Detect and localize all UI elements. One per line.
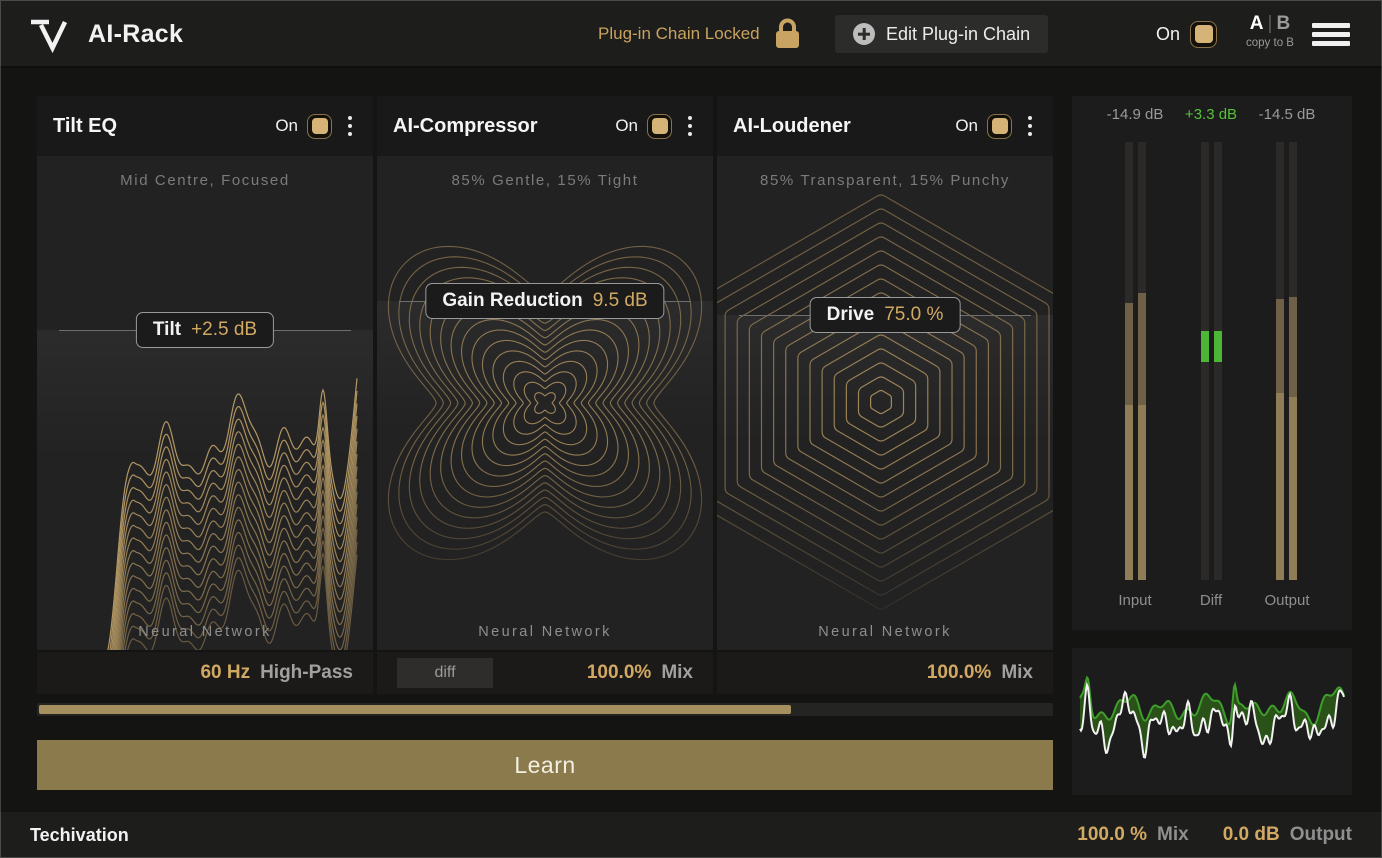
master-on-toggle[interactable] — [1190, 21, 1217, 48]
module-on-label: On — [955, 116, 978, 136]
hamburger-menu-icon[interactable] — [1312, 23, 1350, 46]
module-display: 85% Transparent, 15% Punchy Drive75.0 % … — [717, 156, 1053, 650]
global-mix-label: Mix — [1157, 824, 1189, 846]
highpass-freq-control[interactable]: 60 Hz — [200, 662, 250, 684]
module-footer: 100.0% Mix — [717, 650, 1053, 694]
waveform-scope-panel — [1072, 648, 1352, 795]
kebab-menu-icon[interactable] — [683, 116, 697, 137]
ab-compare-switch[interactable]: A|B copy to B — [1238, 13, 1302, 49]
logo-group: AI-Rack — [28, 0, 183, 68]
mix-control[interactable]: 100.0% — [587, 662, 651, 684]
diff-meter-label: Diff — [1200, 592, 1222, 609]
tilt-eq-curve-canvas — [37, 156, 373, 650]
module-header: AI-Loudener On — [717, 96, 1053, 156]
brand-label: Techivation — [30, 825, 129, 846]
value-amount: +2.5 dB — [191, 319, 257, 340]
module-title: AI-Compressor — [393, 115, 615, 138]
global-mix-control[interactable]: 100.0 % — [1077, 824, 1147, 846]
highpass-label: High-Pass — [260, 662, 353, 684]
output-meter — [1276, 142, 1297, 580]
tilt-value-control[interactable]: Tilt +2.5 dB — [136, 312, 274, 348]
module-on-label: On — [275, 116, 298, 136]
module-ai-loudener: AI-Loudener On 85% Transparent, 15% Punc… — [717, 96, 1053, 694]
ab-separator: | — [1264, 13, 1277, 34]
diff-meter — [1201, 142, 1222, 580]
edit-plugin-chain-button[interactable]: Edit Plug-in Chain — [835, 15, 1048, 53]
chain-lock-group[interactable]: Plug-in Chain Locked — [598, 0, 801, 68]
techivation-logo-icon — [28, 15, 74, 53]
value-label: Gain Reduction — [442, 290, 582, 311]
module-subtitle: Mid Centre, Focused — [37, 172, 373, 189]
ab-copy-label: copy to B — [1238, 37, 1302, 49]
input-meter-label: Input — [1118, 592, 1151, 609]
master-on-label: On — [1156, 24, 1180, 45]
global-output-control[interactable]: 0.0 dB — [1223, 824, 1280, 846]
waveform-scope-canvas — [1072, 648, 1352, 795]
module-on-toggle[interactable] — [987, 114, 1012, 139]
plugin-chain-rack: Tilt EQ On Mid Centre, Focused Tilt +2.5 … — [37, 96, 1053, 694]
input-meter — [1125, 142, 1146, 580]
engine-label: Neural Network — [37, 624, 373, 640]
value-label: Drive — [827, 304, 875, 325]
master-on-group: On — [1156, 0, 1217, 68]
gain-reduction-control[interactable]: Gain Reduction 9.5 dB — [425, 283, 664, 319]
module-tilt-eq: Tilt EQ On Mid Centre, Focused Tilt +2.5 … — [37, 96, 373, 694]
bottom-bar: Techivation 100.0 % Mix 0.0 dB Output — [0, 812, 1382, 858]
module-subtitle: 85% Transparent, 15% Punchy — [717, 172, 1053, 189]
lock-icon — [774, 18, 801, 50]
mix-control[interactable]: 100.0% — [927, 662, 991, 684]
plus-circle-icon — [853, 23, 875, 45]
module-footer: 60 Hz High-Pass — [37, 650, 373, 694]
kebab-menu-icon[interactable] — [343, 116, 357, 137]
compressor-contour-canvas — [377, 156, 713, 650]
module-ai-compressor: AI-Compressor On 85% Gentle, 15% Tight G… — [377, 96, 713, 694]
mix-label: Mix — [661, 662, 693, 684]
drive-control[interactable]: Drive 75.0 % — [810, 297, 961, 333]
module-subtitle: 85% Gentle, 15% Tight — [377, 172, 713, 189]
toggle-knob — [1195, 25, 1213, 43]
meter-panel: -14.9 dB +3.3 dB -14.5 dB Input Diff Out… — [1072, 96, 1352, 630]
module-header: Tilt EQ On — [37, 96, 373, 156]
toggle-knob — [312, 118, 328, 134]
engine-label: Neural Network — [377, 624, 713, 640]
module-title: Tilt EQ — [53, 115, 275, 138]
top-bar: AI-Rack Plug-in Chain Locked Edit Plug-i… — [0, 0, 1382, 68]
scrollbar-thumb[interactable] — [39, 705, 791, 714]
module-display: 85% Gentle, 15% Tight Gain Reduction 9.5 … — [377, 156, 713, 650]
module-display: Mid Centre, Focused Tilt +2.5 dB Neural N… — [37, 156, 373, 650]
output-meter-label: Output — [1264, 592, 1309, 609]
module-header: AI-Compressor On — [377, 96, 713, 156]
app-title: AI-Rack — [88, 20, 183, 49]
module-on-label: On — [615, 116, 638, 136]
loudener-hexagon-canvas — [717, 156, 1053, 650]
diff-button[interactable]: diff — [397, 658, 493, 688]
ab-b-label: B — [1276, 13, 1290, 34]
value-label: Tilt — [153, 319, 181, 340]
engine-label: Neural Network — [717, 624, 1053, 640]
learn-button[interactable]: Learn — [37, 740, 1053, 790]
module-on-toggle[interactable] — [307, 114, 332, 139]
chain-lock-label: Plug-in Chain Locked — [598, 24, 760, 44]
module-footer: diff 100.0% Mix — [377, 650, 713, 694]
input-level-reading: -14.9 dB — [1107, 106, 1164, 123]
ab-row: A|B — [1238, 13, 1302, 35]
edit-plugin-chain-label: Edit Plug-in Chain — [886, 24, 1030, 45]
diff-level-reading: +3.3 dB — [1185, 106, 1237, 123]
ab-a-label: A — [1250, 13, 1264, 34]
module-title: AI-Loudener — [733, 115, 955, 138]
kebab-menu-icon[interactable] — [1023, 116, 1037, 137]
rack-scrollbar[interactable] — [37, 703, 1053, 716]
global-output-label: Output — [1290, 824, 1352, 846]
toggle-knob — [992, 118, 1008, 134]
value-amount: 75.0 % — [884, 304, 943, 325]
value-amount: 9.5 dB — [593, 290, 648, 311]
module-on-toggle[interactable] — [647, 114, 672, 139]
toggle-knob — [652, 118, 668, 134]
global-controls: 100.0 % Mix 0.0 dB Output — [1077, 824, 1352, 846]
output-level-reading: -14.5 dB — [1259, 106, 1316, 123]
mix-label: Mix — [1001, 662, 1033, 684]
